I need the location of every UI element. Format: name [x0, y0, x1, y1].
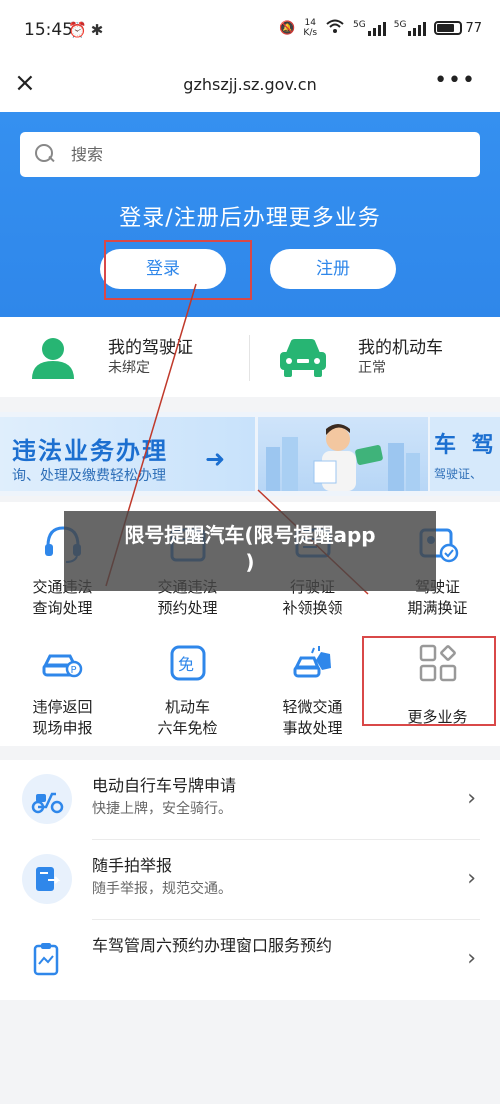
- card-status: 正常: [358, 360, 386, 376]
- net-speed: 14 K/s: [303, 18, 318, 38]
- list-item-saturday-appointment[interactable]: 车驾管周六预约办理窗口服务预约 ›: [0, 920, 500, 1000]
- login-prompt: 登录/注册后办理更多业务: [119, 206, 381, 231]
- car-icon: [276, 335, 330, 381]
- list-item-title: 随手拍举报: [92, 856, 173, 875]
- login-highlight-box: [104, 240, 252, 300]
- vehicle-card[interactable]: 我的机动车 正常: [250, 317, 500, 397]
- list-item-title: 车驾管周六预约办理窗口服务预约: [92, 936, 333, 955]
- list-item-title: 电动自行车号牌申请: [92, 776, 237, 795]
- wifi-icon: [325, 18, 345, 38]
- browser-nav-bar: × gzhszjj.sz.gov.cn •••: [0, 60, 500, 112]
- list-item-photo-report[interactable]: 随手拍举报 随手举报，规范交通。 ›: [0, 840, 500, 920]
- status-time: 15:45: [24, 20, 73, 40]
- chevron-right-icon: ›: [467, 946, 476, 971]
- banner-illustration: [258, 417, 428, 491]
- list-item-subtitle: 快捷上牌，安全骑行。: [92, 801, 232, 817]
- alarm-icon: ⏰: [68, 21, 91, 39]
- signal-2: 5G: [394, 20, 427, 36]
- search-input[interactable]: [71, 145, 451, 164]
- report-icon: [22, 854, 72, 904]
- list-item-ebike-plate[interactable]: 电动自行车号牌申请 快捷上牌，安全骑行。 ›: [0, 760, 500, 840]
- licence-cards: 我的驾驶证 未绑定 我的机动车 正常: [0, 317, 500, 397]
- search-icon: [35, 143, 57, 166]
- chevron-right-icon: ›: [467, 786, 476, 811]
- parking-car-icon: P: [42, 642, 84, 684]
- banner-subtitle: 询、处理及缴费轻松办理: [12, 468, 166, 484]
- signal-1: 5G: [353, 20, 386, 36]
- status-bar: 15:45 ⏰✱ 🔕 14 K/s 5G 5G 77: [0, 0, 500, 60]
- driver-license-card[interactable]: 我的驾驶证 未绑定: [0, 317, 250, 397]
- card-status: 未绑定: [108, 360, 150, 376]
- svg-text:P: P: [71, 665, 77, 676]
- clipboard-icon: [22, 934, 72, 984]
- signal-bars-icon: [367, 20, 386, 36]
- card-title: 我的驾驶证: [108, 338, 193, 358]
- banner-title: 违法业务办理: [12, 437, 168, 465]
- scooter-icon: [22, 774, 72, 824]
- battery-percent: 77: [465, 20, 482, 36]
- battery-icon: [434, 21, 463, 35]
- service-list: 电动自行车号牌申请 快捷上牌，安全骑行。 › 随手拍举报 随手举报，规范交通。 …: [0, 760, 500, 1000]
- chevron-right-icon: ›: [467, 866, 476, 891]
- service-minor-accident[interactable]: 轻微交通 事故处理: [250, 622, 375, 742]
- more-menu-icon[interactable]: •••: [434, 68, 476, 93]
- svg-text:免: 免: [178, 655, 194, 674]
- service-parking-report[interactable]: P 违停返回 现场申报: [0, 622, 125, 742]
- banner-next-slide: 车 驾 驾驶证、: [430, 417, 500, 491]
- arrow-right-icon: ➜: [205, 445, 226, 473]
- accident-icon: [292, 642, 334, 684]
- battery: 77: [434, 21, 482, 36]
- bluetooth-icon: ✱: [90, 21, 108, 39]
- banner-slide: 违法业务办理 询、处理及缴费轻松办理 ➜: [0, 417, 255, 491]
- search-bar[interactable]: [20, 132, 480, 177]
- register-button[interactable]: 注册: [270, 249, 396, 289]
- signal-bars-icon: [408, 20, 427, 36]
- promo-banner[interactable]: 违法业务办理 询、处理及缴费轻松办理 ➜ 车 驾 驾驶证、: [0, 412, 500, 496]
- exempt-icon: 免: [167, 642, 209, 684]
- mute-icon: 🔕: [279, 20, 296, 36]
- battery-fill: [437, 24, 455, 32]
- card-title: 我的机动车: [358, 338, 443, 358]
- id-card-icon: [26, 335, 80, 381]
- caption-overlay: 限号提醒汽车(限号提醒app ): [64, 511, 436, 591]
- page-url: gzhszjj.sz.gov.cn: [183, 75, 317, 94]
- more-services-highlight-box: [362, 636, 496, 726]
- service-six-year-exemption[interactable]: 免 机动车 六年免检: [125, 622, 250, 742]
- list-item-subtitle: 随手举报，规范交通。: [92, 881, 232, 897]
